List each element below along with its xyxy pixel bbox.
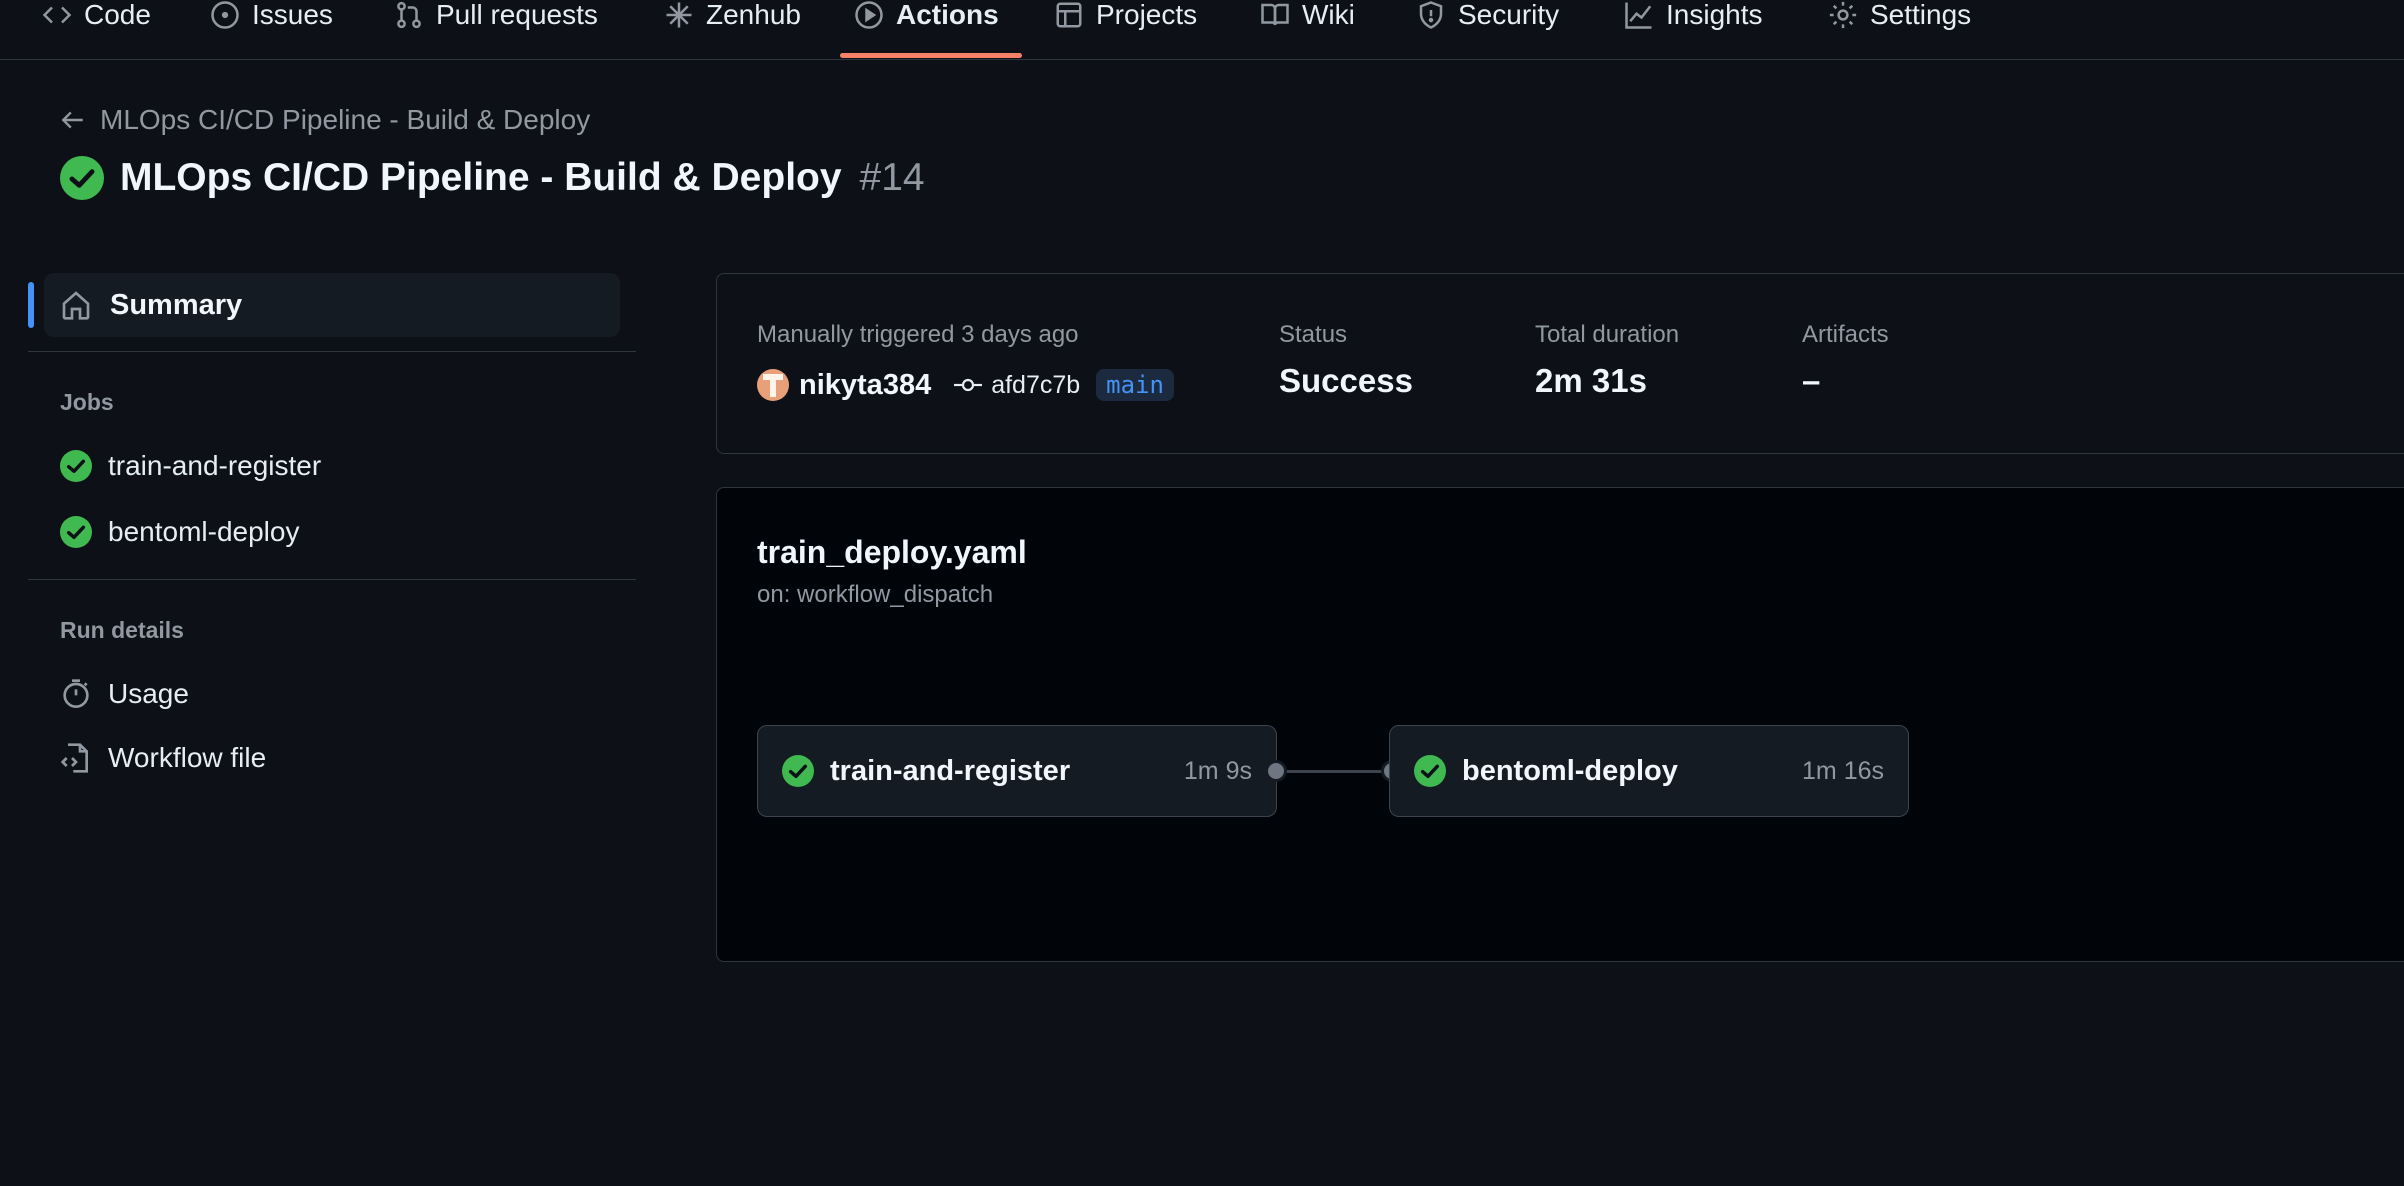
nav-tab-actions[interactable]: Actions	[854, 0, 999, 60]
nav-tab-label: Security	[1458, 0, 1560, 30]
check-circle-icon	[60, 516, 92, 548]
graph-icon	[1625, 2, 1652, 29]
sidebar-item-label: Summary	[110, 288, 243, 321]
active-tab-underline	[840, 53, 1022, 58]
arrow-left-icon	[61, 111, 83, 129]
job-name: train-and-register	[830, 754, 1071, 787]
check-circle-icon	[60, 450, 92, 482]
duration-label: Total duration	[1535, 321, 1680, 348]
nav-tab-label: Actions	[896, 0, 999, 30]
actor-name[interactable]: nikyta384	[799, 369, 931, 402]
nav-tab-issues[interactable]: Issues	[210, 0, 333, 60]
nav-tab-zenhub[interactable]: Zenhub	[664, 0, 801, 60]
gear-icon	[1829, 1, 1857, 29]
nav-tab-wiki[interactable]: Wiki	[1260, 0, 1355, 60]
commit-icon	[954, 378, 983, 392]
sidebar-job-bentoml-deploy[interactable]: bentoml-deploy	[60, 512, 299, 552]
code-icon	[42, 6, 72, 24]
sidebar-item-summary[interactable]: Summary	[44, 273, 620, 337]
home-icon	[62, 291, 90, 320]
nav-tab-label: Settings	[1870, 0, 1972, 30]
check-circle-icon	[1414, 755, 1446, 787]
shield-icon	[1419, 1, 1443, 29]
back-to-workflow-link[interactable]: MLOps CI/CD Pipeline - Build & Deploy	[60, 102, 590, 138]
check-circle-icon	[60, 156, 104, 200]
run-number: #14	[859, 156, 925, 199]
job-name: bentoml-deploy	[1462, 754, 1678, 787]
nav-tab-label: Zenhub	[706, 0, 801, 30]
nav-tab-label: Issues	[252, 0, 333, 30]
status-label: Status	[1279, 321, 1348, 348]
trigger-text: Manually triggered 3 days ago	[757, 321, 1079, 348]
play-icon	[855, 1, 883, 29]
run-title-text: MLOps CI/CD Pipeline - Build & Deploy	[120, 156, 842, 199]
artifacts-label: Artifacts	[1802, 321, 1889, 348]
sidebar-item-workflow-file[interactable]: Workflow file	[60, 738, 266, 778]
graph-job-bentoml-deploy[interactable]: bentoml-deploy 1m 16s	[1389, 725, 1909, 817]
duration-value[interactable]: 2m 31s	[1535, 362, 1647, 400]
stopwatch-icon	[63, 679, 89, 708]
branch-label[interactable]: main	[1096, 369, 1174, 401]
run-summary-card: Manually triggered 3 days ago nikyta384 …	[716, 273, 2404, 454]
status-value: Success	[1279, 362, 1413, 399]
job-duration: 1m 16s	[1802, 756, 1884, 785]
book-icon	[1261, 3, 1289, 26]
nav-tab-insights[interactable]: Insights	[1624, 0, 1763, 60]
sidebar-divider	[28, 351, 636, 352]
jobs-heading: Jobs	[60, 389, 114, 415]
sidebar-item-label: Workflow file	[108, 742, 267, 773]
job-connector-line	[1275, 770, 1385, 773]
graph-job-train-and-register[interactable]: train-and-register 1m 9s	[757, 725, 1277, 817]
commit-sha: afd7c7b	[991, 370, 1081, 399]
job-duration: 1m 9s	[1183, 756, 1252, 785]
nav-tab-pull-requests[interactable]: Pull requests	[394, 0, 598, 60]
nav-tab-label: Pull requests	[436, 0, 598, 30]
active-item-indicator	[28, 282, 34, 328]
workflow-trigger: on: workflow_dispatch	[757, 581, 994, 608]
run-details-heading: Run details	[60, 617, 184, 643]
artifacts-value: –	[1802, 362, 1821, 399]
run-actor-info: nikyta384 afd7c7b main	[757, 367, 1174, 403]
nav-tab-label: Code	[84, 0, 151, 30]
nav-tab-security[interactable]: Security	[1416, 0, 1559, 60]
issue-icon	[211, 1, 239, 29]
pull-request-icon	[397, 1, 421, 29]
back-link-label: MLOps CI/CD Pipeline - Build & Deploy	[100, 104, 591, 135]
sidebar-item-label: bentoml-deploy	[108, 516, 300, 547]
check-circle-icon	[782, 755, 814, 787]
nav-tab-projects[interactable]: Projects	[1054, 0, 1197, 60]
nav-tab-settings[interactable]: Settings	[1828, 0, 1971, 60]
commit-link[interactable]: afd7c7b	[953, 371, 1080, 400]
avatar[interactable]	[757, 369, 789, 401]
sidebar-item-usage[interactable]: Usage	[60, 674, 189, 714]
sidebar-job-train-and-register[interactable]: train-and-register	[60, 446, 321, 486]
table-icon	[1056, 2, 1082, 28]
workflow-file-name: train_deploy.yaml	[757, 534, 1027, 570]
zenhub-icon	[666, 2, 692, 28]
nav-tab-label: Wiki	[1302, 0, 1355, 30]
sidebar-item-label: train-and-register	[108, 450, 322, 481]
file-code-icon	[60, 743, 88, 773]
nav-tab-label: Insights	[1666, 0, 1763, 30]
sidebar-divider	[28, 579, 636, 580]
nav-tab-label: Projects	[1096, 0, 1198, 30]
connector-dot	[1265, 760, 1287, 782]
page-title: MLOps CI/CD Pipeline - Build & Deploy #1…	[60, 150, 925, 206]
nav-tab-code[interactable]: Code	[42, 0, 151, 60]
repo-nav: Code Issues Pull requests Zenhub Actions…	[0, 0, 2404, 60]
workflow-graph-card: train_deploy.yaml on: workflow_dispatch …	[716, 487, 2404, 962]
sidebar-item-label: Usage	[108, 678, 189, 709]
